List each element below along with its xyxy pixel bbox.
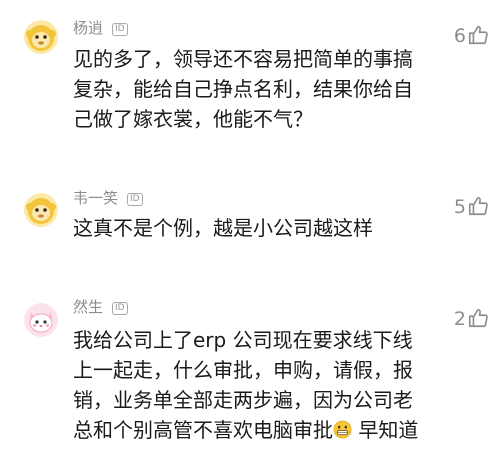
like-count: 5 [453, 196, 466, 218]
like-button[interactable]: 2 [454, 307, 489, 329]
avatar[interactable] [24, 193, 58, 227]
monkey-avatar-icon [24, 20, 58, 54]
avatar[interactable] [24, 20, 58, 54]
avatar[interactable] [24, 303, 58, 337]
comment-line: 销，业务单全部走两步遍，因为公司老 [73, 388, 413, 412]
username-text[interactable]: 杨逍 [73, 19, 103, 37]
thumbs-up-icon[interactable] [467, 307, 489, 329]
comment-text: 见的多了，领导还不容易把简单的事搞 复杂，能给自己挣点名利，结果你给自 己做了嫁… [73, 44, 423, 134]
username-text[interactable]: 然生 [73, 298, 103, 316]
like-button[interactable]: 5 [454, 195, 489, 217]
id-badge: ID [127, 193, 143, 206]
comment-line: 复杂，能给自己挣点名利，结果你给自 [73, 77, 413, 101]
like-button[interactable]: 6 [454, 24, 489, 46]
like-count: 6 [453, 25, 466, 47]
comment-text: 这真不是个例，越是小公司越这样 [73, 213, 423, 243]
thumbs-up-icon[interactable] [467, 24, 489, 46]
comment-line-text: 总和个别高管不喜欢电脑审批 [73, 418, 333, 442]
username-text[interactable]: 韦一笑 [73, 189, 118, 207]
like-count: 2 [453, 308, 466, 330]
username[interactable]: 然生 ID [73, 298, 128, 316]
comment-line: 己做了嫁衣裳，他能不气？ [73, 107, 313, 131]
comment-text: 我给公司上了erp 公司现在要求线下线 上一起走，什么审批，申购，请假，报 销，… [73, 325, 423, 445]
username[interactable]: 杨逍 ID [73, 19, 128, 37]
id-badge: ID [112, 23, 128, 36]
comment-line: 这真不是个例，越是小公司越这样 [73, 216, 373, 240]
id-badge: ID [112, 302, 128, 315]
cat-avatar-icon [24, 303, 58, 337]
comment-line: 见的多了，领导还不容易把简单的事搞 [73, 47, 413, 71]
comment-line: 我给公司上了erp 公司现在要求线下线 [73, 328, 413, 352]
username[interactable]: 韦一笑 ID [73, 189, 143, 207]
monkey-avatar-icon [24, 193, 58, 227]
comment-line: 上一起走，什么审批，申购，请假，报 [73, 358, 413, 382]
comment-line-text: 早知道 [358, 418, 419, 442]
comment-line: 总和个别高管不喜欢电脑审批 早知道 [73, 415, 423, 445]
thumbs-up-icon[interactable] [467, 195, 489, 217]
grimace-emoji-icon [333, 420, 352, 439]
